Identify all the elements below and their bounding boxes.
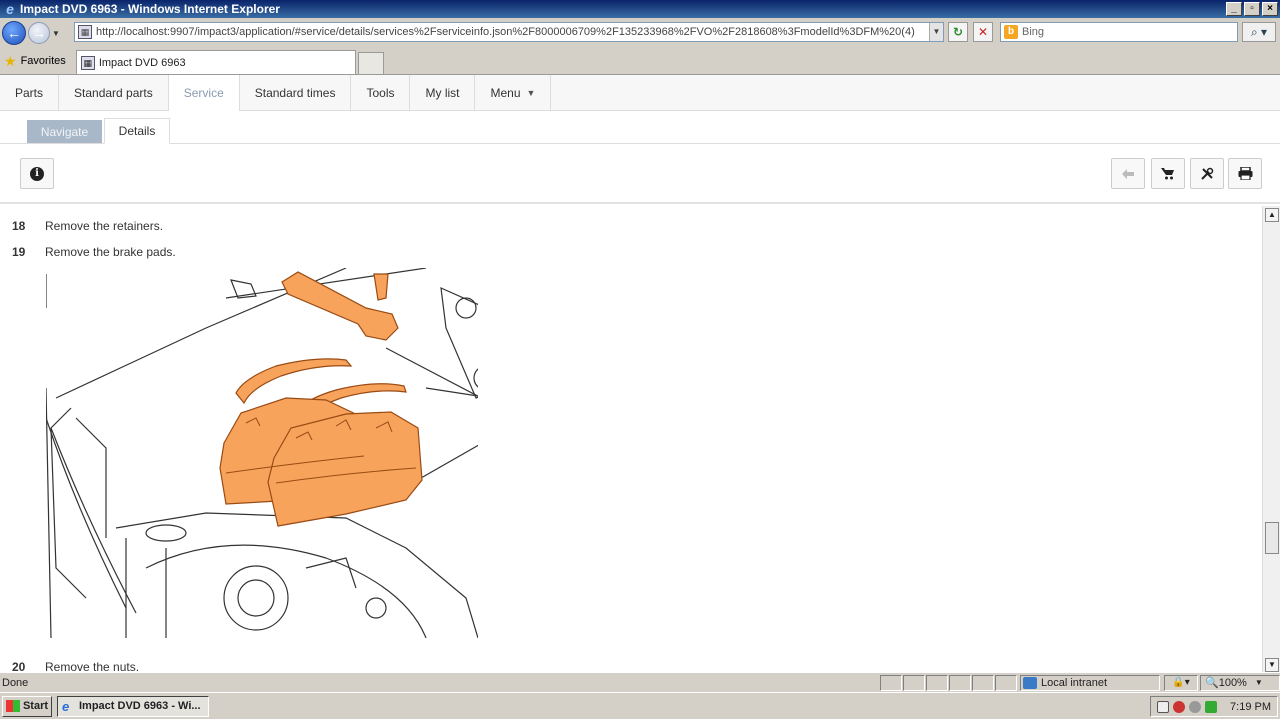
browser-back-button[interactable]: ← — [2, 21, 26, 45]
security-icon[interactable] — [1205, 700, 1217, 713]
cart-icon — [1161, 168, 1174, 180]
brake-pad-illustration — [46, 268, 478, 638]
step-item: 20 Remove the nuts. — [12, 660, 139, 672]
tools-button[interactable] — [1190, 158, 1224, 189]
refresh-button[interactable]: ↻ — [948, 22, 968, 42]
service-details-content: 18 Remove the retainers. 19 Remove the b… — [0, 206, 1262, 672]
minimize-button[interactable]: _ — [1226, 2, 1242, 16]
url-text[interactable]: http://localhost:9907/impact3/applicatio… — [96, 26, 929, 38]
url-dropdown-icon[interactable]: ▼ — [929, 23, 943, 41]
status-pane — [949, 674, 971, 691]
search-placeholder: Bing — [1022, 26, 1045, 38]
nav-tools[interactable]: Tools — [351, 75, 411, 111]
window-title-bar: e Impact DVD 6963 - Windows Internet Exp… — [0, 0, 1280, 18]
step-item: 18 Remove the retainers. — [12, 219, 163, 233]
printer-icon — [1238, 167, 1252, 180]
protected-mode-icon[interactable]: 🔒▾ — [1164, 674, 1198, 691]
windows-logo-icon — [5, 700, 20, 712]
search-input[interactable]: b Bing — [1000, 22, 1238, 42]
step-text: Remove the brake pads. — [45, 245, 176, 259]
step-text: Remove the retainers. — [45, 219, 164, 233]
nav-menu[interactable]: Menu ▼ — [475, 75, 552, 111]
sub-tabs: Navigate Details — [0, 111, 1280, 144]
step-number: 19 — [12, 245, 26, 259]
help-icon[interactable] — [1157, 700, 1169, 713]
scroll-down-button[interactable]: ▼ — [1265, 658, 1279, 672]
window-title: Impact DVD 6963 - Windows Internet Explo… — [20, 2, 280, 16]
favorites-bar: ★ Favorites ▦ Impact DVD 6963 — [0, 48, 1280, 75]
taskbar-item-ie[interactable]: e Impact DVD 6963 - Wi... — [57, 695, 209, 717]
url-field[interactable]: ▦ http://localhost:9907/impact3/applicat… — [74, 22, 944, 42]
system-tray: 7:19 PM — [1150, 696, 1278, 717]
nav-standard-parts[interactable]: Standard parts — [59, 75, 169, 111]
security-zone[interactable]: Local intranet — [1020, 674, 1160, 691]
nav-my-list[interactable]: My list — [410, 75, 476, 111]
info-icon: i — [30, 166, 44, 181]
ie-logo-icon: e — [62, 698, 70, 714]
zoom-dropdown-icon: ▼ — [1254, 678, 1263, 687]
browser-forward-button[interactable]: → — [28, 22, 50, 44]
start-button[interactable]: Start — [2, 695, 52, 717]
back-arrow-button[interactable] — [1111, 158, 1145, 189]
taskbar-item-label: Impact DVD 6963 - Wi... — [79, 700, 201, 712]
caret-down-icon: ▼ — [526, 88, 536, 98]
ie-logo-icon: e — [6, 1, 14, 17]
intranet-icon — [1023, 676, 1037, 689]
toolbar: i — [0, 144, 1280, 204]
close-window-button[interactable]: × — [1262, 2, 1278, 16]
status-pane — [995, 674, 1017, 691]
status-pane — [903, 674, 925, 691]
browser-tab[interactable]: ▦ Impact DVD 6963 — [75, 50, 356, 74]
app-nav: Parts Standard parts Service Standard ti… — [0, 75, 1280, 111]
tab-navigate[interactable]: Navigate — [27, 120, 102, 143]
shield-icon[interactable] — [1173, 700, 1185, 713]
nav-standard-times[interactable]: Standard times — [240, 75, 352, 111]
favorites-label: Favorites — [20, 55, 66, 67]
cart-button[interactable] — [1151, 158, 1185, 189]
vertical-scrollbar[interactable]: ▲ ▼ — [1262, 206, 1280, 672]
step-number: 18 — [12, 219, 26, 233]
network-icon[interactable] — [1189, 700, 1201, 713]
zoom-control[interactable]: 🔍 100% ▼ — [1200, 674, 1280, 691]
tab-page-icon: ▦ — [80, 55, 95, 70]
favorites-button[interactable]: ★ Favorites — [0, 48, 74, 74]
scroll-up-button[interactable]: ▲ — [1265, 208, 1279, 222]
address-bar: ← → ▼ ▦ http://localhost:9907/impact3/ap… — [0, 18, 1280, 48]
wrench-screwdriver-icon — [1201, 167, 1214, 180]
taskbar: Start e Impact DVD 6963 - Wi... 7:19 PM — [0, 692, 1280, 719]
status-pane — [926, 674, 948, 691]
clock: 7:19 PM — [1230, 700, 1271, 713]
bing-icon: b — [1004, 25, 1018, 39]
status-pane — [972, 674, 994, 691]
nav-menu-label: Menu — [490, 86, 521, 100]
info-button[interactable]: i — [20, 158, 54, 189]
stop-button[interactable]: ✕ — [973, 22, 993, 42]
step-item: 19 Remove the brake pads. — [12, 245, 176, 259]
status-bar: Done Local intranet 🔒▾ 🔍 100% ▼ — [0, 672, 1280, 692]
tab-details[interactable]: Details — [104, 118, 170, 144]
arrow-left-icon — [1122, 168, 1134, 179]
new-tab-button[interactable] — [357, 52, 384, 74]
browser-tab-title: Impact DVD 6963 — [98, 56, 186, 69]
nav-parts[interactable]: Parts — [0, 75, 60, 111]
search-button[interactable]: ⌕ ▾ — [1242, 22, 1276, 42]
status-text: Done — [2, 676, 29, 689]
nav-service[interactable]: Service — [168, 75, 240, 111]
scroll-thumb[interactable] — [1265, 522, 1279, 554]
zone-label: Local intranet — [1041, 676, 1108, 689]
zoom-icon: 🔍 — [1205, 677, 1219, 689]
print-button[interactable] — [1228, 158, 1262, 189]
page-icon: ▦ — [78, 25, 92, 39]
status-pane — [880, 674, 902, 691]
zoom-level: 100% — [1218, 676, 1247, 689]
history-dropdown-icon[interactable]: ▼ — [50, 29, 62, 38]
star-icon: ★ — [4, 52, 17, 69]
start-label: Start — [22, 700, 49, 712]
step-number: 20 — [12, 660, 26, 672]
maximize-button[interactable]: ▫ — [1244, 2, 1260, 16]
step-text: Remove the nuts. — [45, 660, 140, 672]
